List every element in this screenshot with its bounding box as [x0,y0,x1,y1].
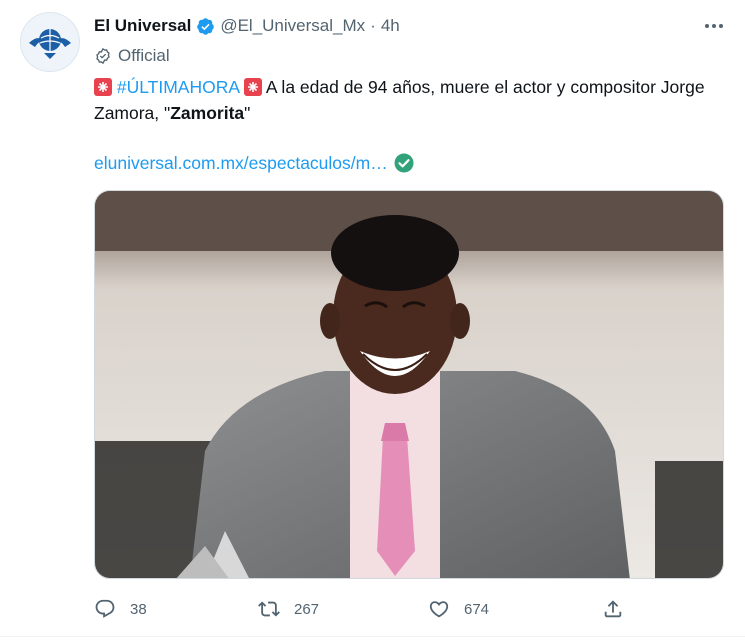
verified-badge-icon [197,17,215,35]
divider [0,636,745,637]
rotating-light-emoji-icon [243,78,262,96]
more-icon[interactable] [701,14,727,38]
official-label: Official [118,46,170,65]
tweet-time[interactable]: 4h [381,16,400,36]
rotating-light-emoji-icon [94,78,112,96]
like-icon [429,601,449,618]
official-badge-icon [96,47,110,65]
retweet-button[interactable]: 267 [258,594,319,624]
el-universal-logo [29,29,71,59]
action-bar: 38 267 674 [94,594,634,624]
share-button[interactable] [602,594,638,624]
like-count: 674 [464,600,490,618]
official-label-row: Official [94,44,170,68]
photo-illustration [95,191,723,578]
tweet-text: #ÚLTIMAHORA A la edad de 94 años, muere … [94,74,724,126]
tweet-bold-text: Zamorita [170,103,245,123]
reply-button[interactable]: 38 [94,594,147,624]
article-link[interactable]: eluniversal.com.mx/espectaculos/m… [94,153,388,174]
retweet-icon [258,601,280,617]
reply-count: 38 [130,600,147,618]
like-button[interactable]: 674 [428,594,489,624]
author-name[interactable]: El Universal [94,16,191,36]
reply-icon [95,599,115,618]
avatar[interactable] [20,12,80,72]
author-handle[interactable]: @El_Universal_Mx [220,16,365,36]
retweet-count: 267 [294,600,320,618]
link-row: eluniversal.com.mx/espectaculos/m… [94,150,414,176]
tweet-header: El Universal @El_Universal_Mx · 4h [94,14,400,38]
separator: · [370,16,376,35]
share-icon [604,600,622,618]
check-mark-button-emoji-icon [394,153,414,173]
hashtag-link[interactable]: #ÚLTIMAHORA [117,77,239,97]
tweet-photo[interactable] [94,190,724,579]
tweet-closing-quote: " [244,103,251,123]
